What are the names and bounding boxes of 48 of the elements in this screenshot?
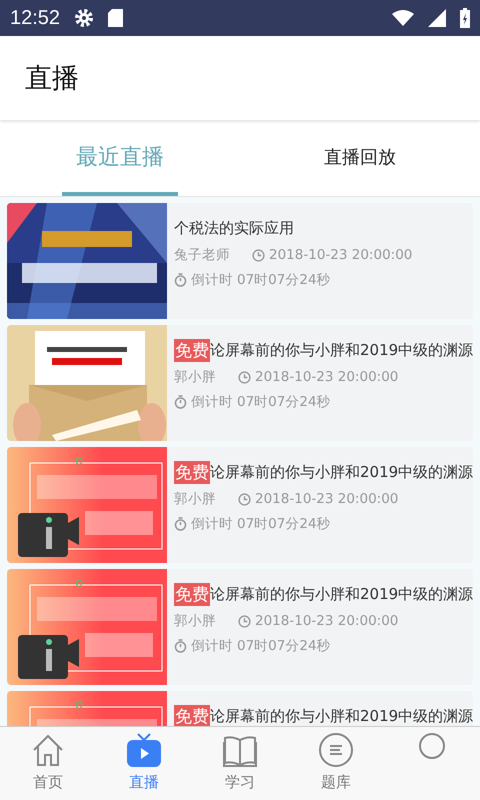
- tab[interactable]: 直播回放: [310, 122, 410, 196]
- teacher-name: 郭小胖: [174, 368, 216, 386]
- stopwatch-icon: [174, 639, 187, 653]
- live-card[interactable]: 免费论屏幕前的你与小胖和2019中级的渊源: [7, 691, 473, 726]
- countdown-label: 倒计时: [191, 637, 233, 655]
- live-card[interactable]: 免费论屏幕前的你与小胖和2019中级的渊源 郭小胖 2018-10-23 20:00:00 倒计时 07时07分24秒: [7, 325, 473, 441]
- battery-icon: [460, 8, 470, 28]
- countdown-value: 07时07分24秒: [237, 271, 331, 289]
- stopwatch-icon: [174, 395, 187, 409]
- clock-icon: [238, 370, 251, 384]
- nav-item[interactable]: 首页: [0, 727, 96, 800]
- wifi-icon: [392, 10, 414, 26]
- nav-item[interactable]: 直播: [96, 727, 192, 800]
- teacher-name: 郭小胖: [174, 490, 216, 508]
- live-time: 2018-10-23 20:00:00: [255, 369, 398, 385]
- live-time: 2018-10-23 20:00:00: [269, 247, 412, 263]
- sd-card-icon: [108, 9, 124, 27]
- live-card[interactable]: 个税法的实际应用 兔子老师 2018-10-23 20:00:00 倒计时 07时07分24秒: [7, 203, 473, 319]
- signal-icon: [428, 9, 446, 27]
- live-time: 2018-10-23 20:00:00: [255, 491, 398, 507]
- countdown-value: 07时07分24秒: [237, 637, 331, 655]
- clock-icon: [238, 492, 251, 506]
- question-bank-icon: [318, 732, 354, 768]
- live-title: 免费论屏幕前的你与小胖和2019中级的渊源: [174, 583, 473, 605]
- teacher-name: 郭小胖: [174, 612, 216, 630]
- page-title: 直播: [25, 62, 79, 96]
- tv-icon: [126, 732, 162, 768]
- countdown-value: 07时07分24秒: [237, 393, 331, 411]
- countdown-label: 倒计时: [191, 271, 233, 289]
- countdown-label: 倒计时: [191, 515, 233, 533]
- countdown-label: 倒计时: [191, 393, 233, 411]
- live-time: 2018-10-23 20:00:00: [255, 613, 398, 629]
- clock-icon: [252, 248, 265, 262]
- stopwatch-icon: [174, 517, 187, 531]
- settings-icon: [74, 8, 94, 28]
- live-title: 免费论屏幕前的你与小胖和2019中级的渊源: [174, 705, 473, 726]
- live-card[interactable]: 免费论屏幕前的你与小胖和2019中级的渊源 郭小胖 2018-10-23 20:00:00 倒计时 07时07分24秒: [7, 447, 473, 563]
- live-card[interactable]: 免费论屏幕前的你与小胖和2019中级的渊源 郭小胖 2018-10-23 20:00:00 倒计时 07时07分24秒: [7, 569, 473, 685]
- live-title: 免费论屏幕前的你与小胖和2019中级的渊源: [174, 339, 473, 361]
- live-title: 免费论屏幕前的你与小胖和2019中级的渊源: [174, 461, 473, 483]
- live-title: 个税法的实际应用: [174, 218, 295, 238]
- nav-item[interactable]: 学习: [192, 727, 288, 800]
- stopwatch-icon: [174, 273, 187, 287]
- nav-item[interactable]: 题库: [288, 727, 384, 800]
- teacher-name: 兔子老师: [174, 246, 230, 264]
- countdown-value: 07时07分24秒: [237, 515, 331, 533]
- status-time: 12:52: [10, 6, 60, 30]
- clock-icon: [238, 614, 251, 628]
